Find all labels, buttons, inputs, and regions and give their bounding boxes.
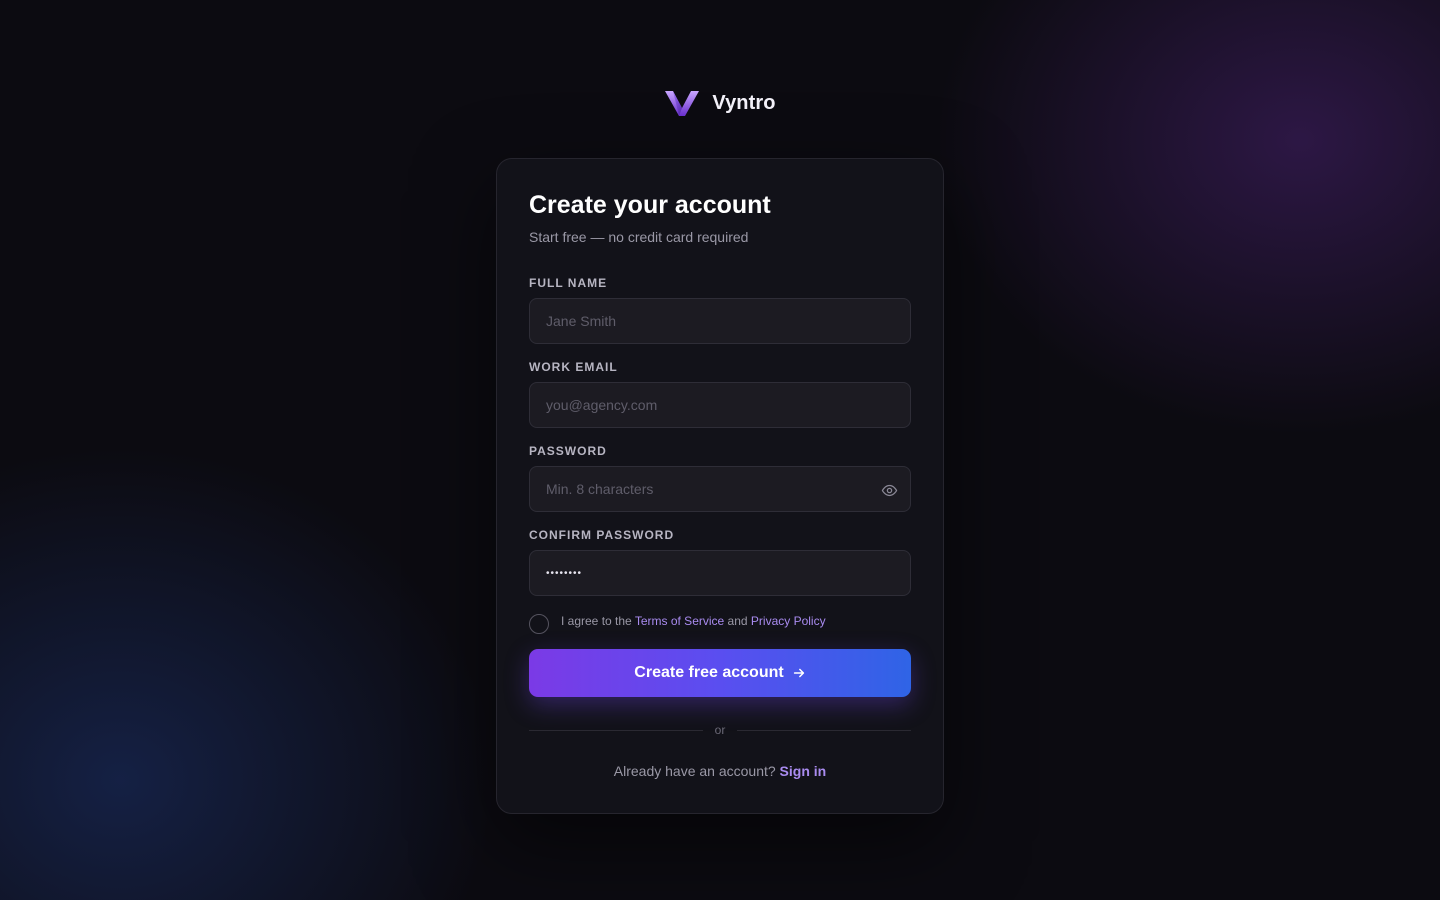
privacy-policy-link[interactable]: Privacy Policy: [751, 614, 826, 628]
signin-row: Already have an account? Sign in: [529, 763, 911, 779]
signup-card: Create your account Start free — no cred…: [496, 158, 944, 814]
work-email-input[interactable]: [529, 382, 911, 428]
terms-agreement: I agree to the Terms of Service and Priv…: [529, 613, 826, 634]
divider-line-right: [737, 729, 912, 731]
divider-line-left: [529, 729, 703, 731]
password-label: PASSWORD: [529, 444, 607, 458]
page-subtitle: Start free — no credit card required: [529, 229, 749, 245]
eye-icon[interactable]: [880, 481, 898, 499]
terms-text: I agree to the Terms of Service and Priv…: [561, 613, 826, 629]
signin-prompt: Already have an account?: [613, 763, 776, 779]
full-name-label: FULL NAME: [529, 276, 608, 290]
signin-link[interactable]: Sign in: [780, 763, 827, 779]
confirm-password-label: CONFIRM PASSWORD: [529, 528, 675, 542]
terms-checkbox[interactable]: [529, 614, 549, 634]
terms-of-service-link[interactable]: Terms of Service: [635, 614, 724, 628]
create-account-button[interactable]: Create free account: [529, 649, 911, 697]
or-divider: or: [529, 721, 912, 739]
vyntro-logo-icon: [665, 91, 700, 116]
arrow-right-icon: [793, 668, 804, 678]
create-account-label: Create free account: [634, 664, 784, 681]
password-input[interactable]: [529, 466, 911, 512]
work-email-label: WORK EMAIL: [529, 360, 618, 374]
divider-text: or: [714, 723, 726, 737]
page-title: Create your account: [529, 191, 771, 219]
confirm-password-input[interactable]: [529, 550, 911, 596]
brand-header: Vyntro: [0, 88, 1440, 118]
terms-prefix: I agree to the: [561, 614, 635, 628]
brand-name: Vyntro: [712, 91, 776, 114]
full-name-input[interactable]: [529, 298, 911, 344]
terms-conjunction: and: [724, 614, 751, 628]
